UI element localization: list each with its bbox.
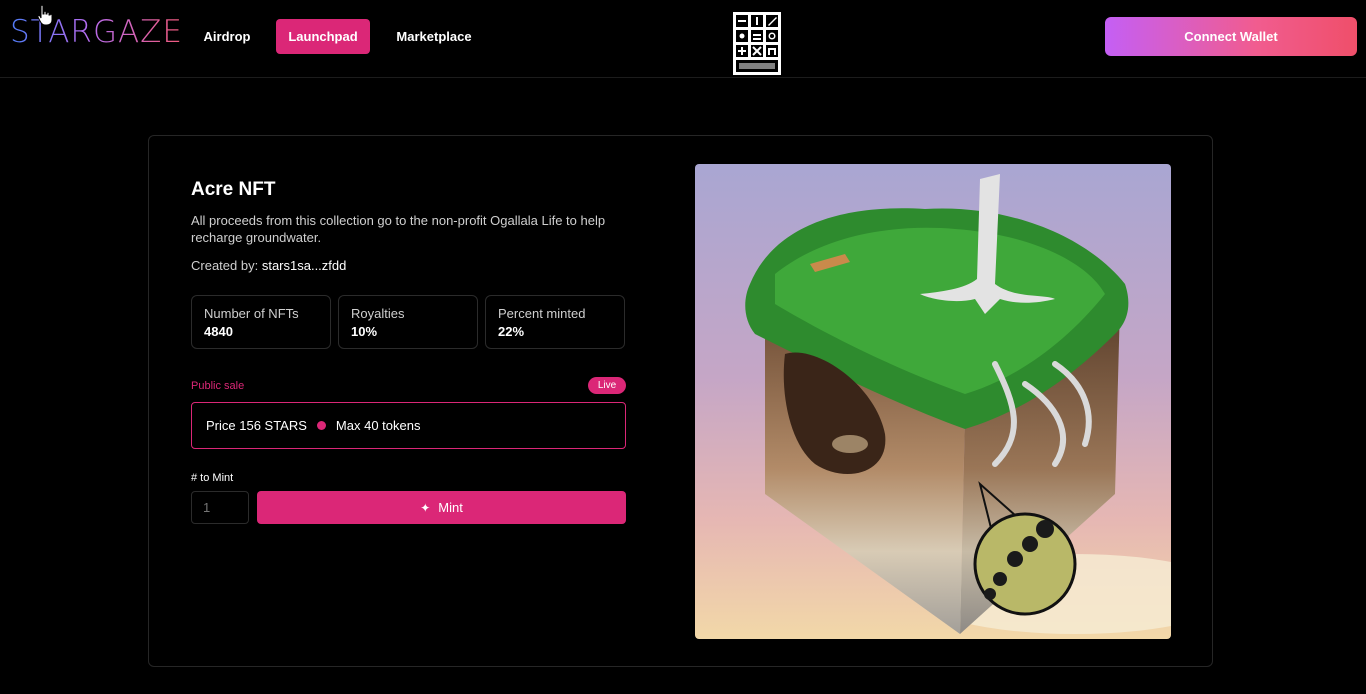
nav-marketplace[interactable]: Marketplace (388, 19, 480, 54)
stat-number-of-nfts: Number of NFTs 4840 (191, 295, 331, 349)
collection-description: All proceeds from this collection go to … (191, 213, 606, 245)
mint-button-label: Mint (438, 500, 463, 515)
stat-value: 22% (498, 324, 525, 339)
creator-line: Created by: stars1sa...zfdd (191, 258, 346, 273)
mouse-cursor-icon (37, 4, 53, 26)
nav-launchpad[interactable]: Launchpad (276, 19, 370, 54)
stat-label: Percent minted (498, 306, 586, 321)
stat-label: Royalties (351, 306, 405, 321)
nav-airdrop[interactable]: Airdrop (192, 19, 262, 54)
stat-label: Number of NFTs (204, 306, 299, 321)
stat-royalties: Royalties 10% (338, 295, 478, 349)
nft-artwork-image[interactable] (695, 164, 1171, 639)
stat-value: 4840 (204, 324, 233, 339)
mint-quantity-input[interactable] (191, 491, 249, 524)
sparkle-icon: ✦ (420, 500, 431, 515)
max-tokens-text: Max 40 tokens (335, 418, 421, 433)
price-text: Price 156 STARS (206, 418, 307, 433)
collection-title: Acre NFT (191, 179, 276, 200)
collection-card: Acre NFT All proceeds from this collecti… (148, 135, 1213, 667)
mint-button[interactable]: ✦ Mint (257, 491, 626, 524)
creator-address[interactable]: stars1sa...zfdd (262, 258, 347, 273)
public-sale-label: Public sale (191, 380, 245, 392)
collective-logo-icon (733, 12, 781, 75)
connect-wallet-button[interactable]: Connect Wallet (1105, 17, 1357, 56)
mint-quantity-label: # to Mint (191, 472, 234, 484)
price-info-box: Price 156 STARS Max 40 tokens (191, 402, 626, 449)
stat-percent-minted: Percent minted 22% (485, 295, 625, 349)
top-navbar: STARGAZE Airdrop Launchpad Marketplace C… (0, 0, 1366, 78)
created-by-label: Created by: (191, 258, 259, 273)
live-status-badge: Live (588, 377, 626, 394)
separator-dot-icon (316, 421, 326, 430)
stat-value: 10% (351, 324, 378, 339)
